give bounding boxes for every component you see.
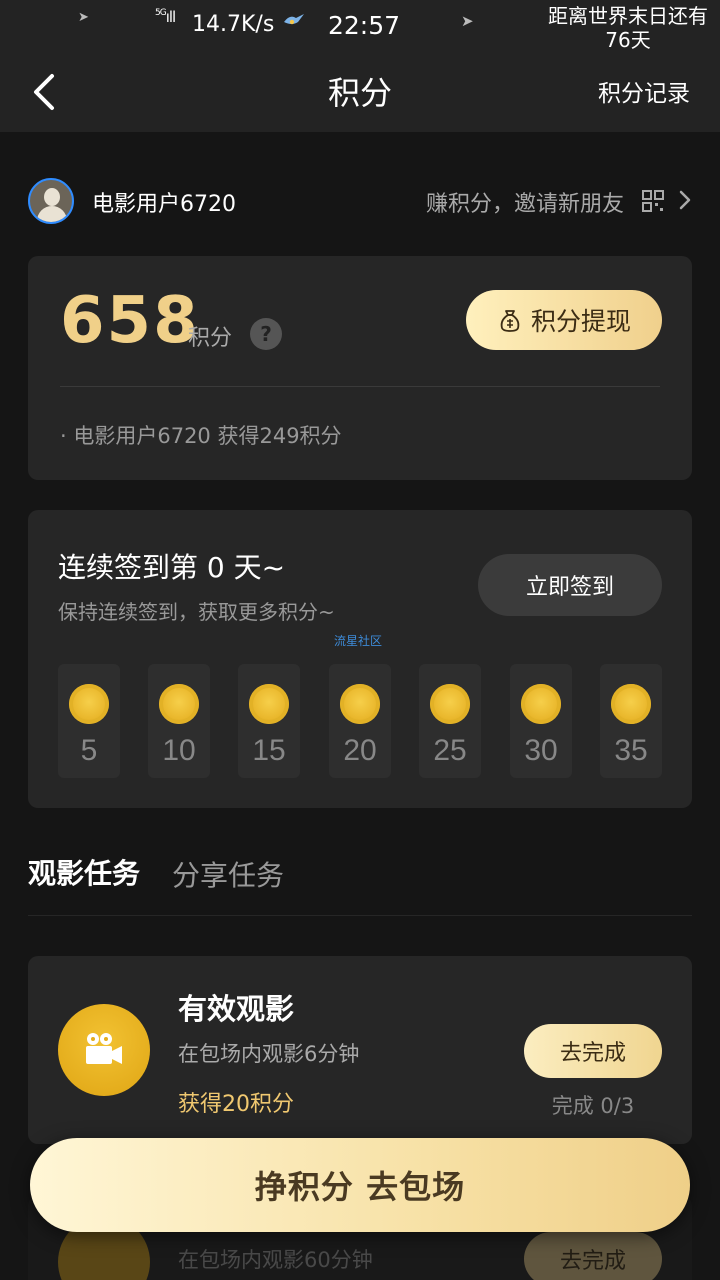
day-points: 30 xyxy=(524,734,558,767)
coin-icon xyxy=(611,684,651,724)
signin-button[interactable]: 立即签到 xyxy=(478,554,662,616)
day-points: 10 xyxy=(162,734,196,767)
divider xyxy=(60,386,660,387)
help-icon[interactable]: ? xyxy=(250,318,282,350)
avatar[interactable] xyxy=(28,178,74,224)
task-tabs: 观影任务 分享任务 xyxy=(28,850,692,916)
signin-day: 10 xyxy=(148,664,210,778)
chevron-right-icon[interactable] xyxy=(678,189,692,211)
task-card: 有效观影 在包场内观影6分钟 获得20积分 去完成 完成 0/3 xyxy=(28,956,692,1144)
task-description: 在包场内观影60分钟 xyxy=(178,1248,373,1272)
day-points: 25 xyxy=(433,734,467,767)
signal-label: 5G xyxy=(155,8,167,18)
day-points: 20 xyxy=(343,734,377,767)
signin-day: 25 xyxy=(419,664,481,778)
coin-icon xyxy=(430,684,470,724)
watermark: 流星社区 xyxy=(334,634,383,648)
withdraw-button[interactable]: 积分提现 xyxy=(466,290,662,350)
user-row: 电影用户6720 赚积分，邀请新朋友 xyxy=(28,176,692,226)
network-speed: 14.7K/s xyxy=(192,12,275,37)
tab-watch-tasks[interactable]: 观影任务 xyxy=(28,852,140,892)
avatar-head xyxy=(44,188,60,206)
status-bar: ➤ 5Gıll 14.7K/s 22:57 ➤ 距离世界末日还有76天 xyxy=(0,0,720,50)
task-reward: 获得20积分 xyxy=(178,1092,294,1117)
points-gain-notice: · 电影用户6720 获得249积分 xyxy=(60,424,342,448)
signin-day: 30 xyxy=(510,664,572,778)
signin-title: 连续签到第 0 天~ xyxy=(58,551,286,584)
complete-task-button[interactable]: 去完成 xyxy=(524,1024,662,1078)
clock: 22:57 xyxy=(328,11,401,40)
day-points: 15 xyxy=(252,734,286,767)
signal-icon: 5Gıll xyxy=(155,8,176,26)
invite-link[interactable]: 赚积分，邀请新朋友 xyxy=(426,186,624,218)
signin-day: 15 xyxy=(238,664,300,778)
tab-share-tasks[interactable]: 分享任务 xyxy=(172,854,284,894)
day-points: 35 xyxy=(614,734,648,767)
task-description: 在包场内观影6分钟 xyxy=(178,1042,360,1066)
points-record-link[interactable]: 积分记录 xyxy=(598,74,690,108)
task-progress: 完成 0/3 xyxy=(551,1094,635,1118)
complete-task-button[interactable]: 去完成 xyxy=(524,1232,662,1280)
coin-icon xyxy=(159,684,199,724)
coin-icon xyxy=(69,684,109,724)
task-title: 有效观影 xyxy=(178,992,295,1026)
countdown-text: 距离世界末日还有76天 xyxy=(548,4,708,50)
points-value: 658 xyxy=(60,284,200,358)
coin-icon xyxy=(340,684,380,724)
movie-camera-icon xyxy=(58,1004,150,1096)
bird-icon xyxy=(284,14,304,25)
send-icon: ➤ xyxy=(461,12,474,30)
points-card: 658 积分 ? 积分提现 · 电影用户6720 获得249积分 xyxy=(28,256,692,480)
username: 电影用户6720 xyxy=(92,192,236,217)
coin-icon xyxy=(521,684,561,724)
signin-day: 5 xyxy=(58,664,120,778)
points-unit: 积分 xyxy=(188,326,233,351)
nav-bar: 积分 积分记录 xyxy=(0,50,720,132)
withdraw-label: 积分提现 xyxy=(530,307,631,336)
signin-days: 5 10 15 20 25 30 35 xyxy=(58,664,662,778)
money-bag-icon xyxy=(500,310,520,332)
day-points: 5 xyxy=(80,734,98,767)
qr-code-icon[interactable] xyxy=(642,190,664,212)
signin-card: 连续签到第 0 天~ 保持连续签到，获取更多积分~ 立即签到 流星社区 5 10… xyxy=(28,510,692,808)
avatar-body xyxy=(37,206,67,222)
signin-day: 35 xyxy=(600,664,662,778)
earn-points-cta-button[interactable]: 挣积分 去包场 xyxy=(30,1138,690,1232)
signin-day: 20 xyxy=(329,664,391,778)
signin-subtitle: 保持连续签到，获取更多积分~ xyxy=(58,600,335,624)
send-icon: ➤ xyxy=(78,10,89,25)
coin-icon xyxy=(249,684,289,724)
